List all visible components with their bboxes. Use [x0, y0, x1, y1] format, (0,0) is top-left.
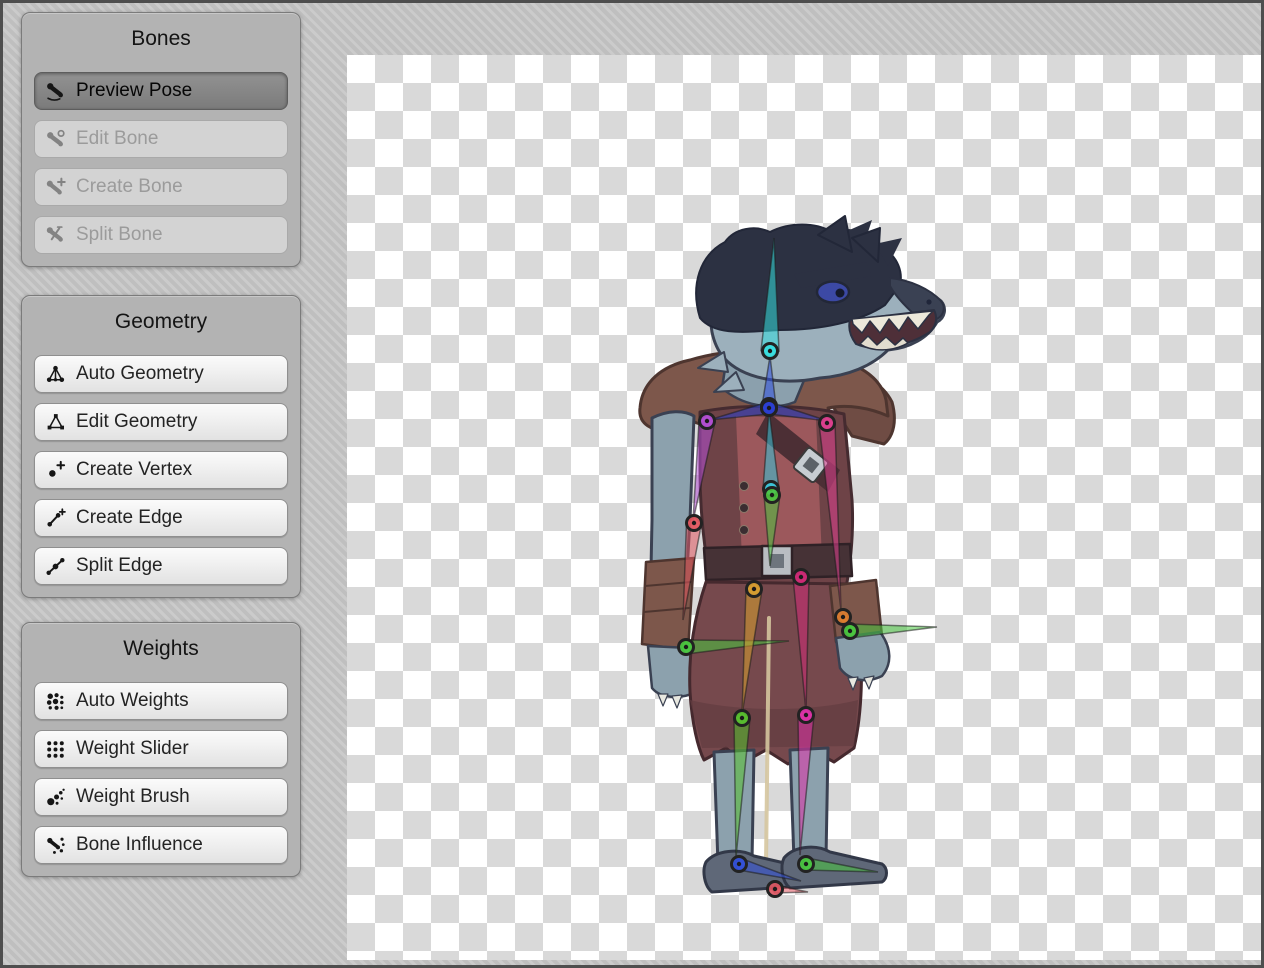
weight-brush-label: Weight Brush — [76, 786, 190, 808]
create-vertex-icon — [45, 460, 66, 481]
joint-center-head — [768, 349, 772, 353]
bone-influence-label: Bone Influence — [76, 834, 203, 856]
auto-geometry-label: Auto Geometry — [76, 363, 204, 385]
edit-bone-icon — [45, 129, 66, 150]
edit-bone-button[interactable]: Edit Bone — [34, 120, 288, 158]
create-vertex-label: Create Vertex — [76, 459, 192, 481]
joint-center-thigh-right — [799, 575, 803, 579]
edit-geometry-icon — [45, 412, 66, 433]
joint-center-hand-left — [684, 645, 688, 649]
sprite-canvas[interactable] — [347, 55, 1264, 960]
create-bone-icon — [45, 177, 66, 198]
vest-buttons — [740, 482, 749, 535]
create-edge-button[interactable]: Create Edge — [34, 499, 288, 537]
edit-geometry-label: Edit Geometry — [76, 411, 197, 433]
weight-slider-label: Weight Slider — [76, 738, 189, 760]
bones-panel: Bones Preview Pose Edit Bone Create Bone… — [21, 12, 301, 267]
split-bone-button[interactable]: Split Bone — [34, 216, 288, 254]
split-edge-button[interactable]: Split Edge — [34, 547, 288, 585]
preview-pose-icon — [45, 81, 66, 102]
bones-panel-title: Bones — [22, 13, 300, 62]
edit-bone-label: Edit Bone — [76, 128, 158, 150]
joint-center-forearm-left — [692, 521, 696, 525]
auto-weights-label: Auto Weights — [76, 690, 189, 712]
auto-geometry-icon — [45, 364, 66, 385]
weight-slider-icon — [45, 739, 66, 760]
joint-center-wrist-right — [841, 615, 845, 619]
joint-center-hand-right — [848, 629, 852, 633]
weights-panel-title: Weights — [22, 623, 300, 672]
create-bone-button[interactable]: Create Bone — [34, 168, 288, 206]
scene-svg — [347, 55, 1264, 960]
joint-center-upper-arm-right — [825, 421, 829, 425]
weight-brush-button[interactable]: Weight Brush — [34, 778, 288, 816]
edit-geometry-button[interactable]: Edit Geometry — [34, 403, 288, 441]
auto-geometry-button[interactable]: Auto Geometry — [34, 355, 288, 393]
weight-slider-button[interactable]: Weight Slider — [34, 730, 288, 768]
create-edge-label: Create Edge — [76, 507, 183, 529]
joint-center-thigh-left — [752, 587, 756, 591]
joint-center-clavicle-right — [767, 406, 771, 410]
joint-center-upper-arm-left — [705, 419, 709, 423]
create-bone-label: Create Bone — [76, 176, 183, 198]
hand-right-sprite — [836, 632, 889, 680]
weights-panel: Weights Auto Weights Weight Slider — [21, 622, 301, 877]
weight-brush-icon — [45, 787, 66, 808]
geometry-panel-title: Geometry — [22, 296, 300, 345]
bone-influence-icon — [45, 835, 66, 856]
bone-influence-button[interactable]: Bone Influence — [34, 826, 288, 864]
auto-weights-icon — [45, 691, 66, 712]
create-vertex-button[interactable]: Create Vertex — [34, 451, 288, 489]
joint-center-shin-left — [740, 716, 744, 720]
preview-pose-button[interactable]: Preview Pose — [34, 72, 288, 110]
joint-center-foot-left — [737, 862, 741, 866]
nostril — [926, 299, 931, 304]
auto-weights-button[interactable]: Auto Weights — [34, 682, 288, 720]
create-edge-icon — [45, 508, 66, 529]
joint-center-pelvis — [770, 493, 774, 497]
joint-center-foot-right — [804, 862, 808, 866]
joint-center-shin-right — [804, 713, 808, 717]
split-bone-label: Split Bone — [76, 224, 163, 246]
geometry-panel: Geometry Auto Geometry Edit Geometry Cre… — [21, 295, 301, 598]
split-edge-icon — [45, 556, 66, 577]
pupil — [836, 289, 845, 298]
split-bone-icon — [45, 225, 66, 246]
split-edge-label: Split Edge — [76, 555, 163, 577]
preview-pose-label: Preview Pose — [76, 80, 192, 102]
joint-center-toe-left — [773, 887, 777, 891]
